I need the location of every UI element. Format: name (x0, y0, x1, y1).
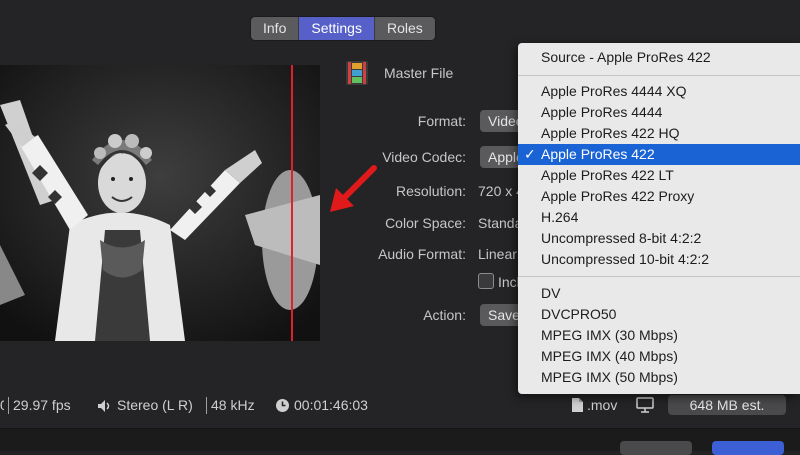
video-preview (0, 65, 320, 341)
cancel-button[interactable] (620, 441, 692, 455)
color-space-label: Color Space: (385, 215, 466, 231)
tab-info[interactable]: Info (251, 17, 300, 40)
next-button[interactable] (712, 441, 784, 455)
menu-item-h264[interactable]: H.264 (518, 207, 800, 228)
frame-size-partial: 0 (0, 397, 4, 413)
file-size-estimate: 648 MB est. (668, 395, 786, 415)
speaker-icon (98, 400, 110, 412)
menu-item-uncompressed-8bit[interactable]: Uncompressed 8-bit 4:2:2 (518, 228, 800, 249)
menu-item-dvcpro50[interactable]: DVCPRO50 (518, 304, 800, 325)
menu-item-prores-422-proxy[interactable]: Apple ProRes 422 Proxy (518, 186, 800, 207)
file-icon (572, 398, 583, 412)
tab-settings[interactable]: Settings (299, 17, 375, 40)
display-icon (636, 397, 654, 413)
menu-item-mpeg-imx-30[interactable]: MPEG IMX (30 Mbps) (518, 325, 800, 346)
action-label: Action: (423, 307, 466, 323)
menu-item-mpeg-imx-50[interactable]: MPEG IMX (50 Mbps) (518, 367, 800, 388)
audio-channels: Stereo (L R) (117, 397, 193, 413)
clock-icon (276, 399, 289, 412)
playhead-line[interactable] (291, 65, 293, 341)
menu-item-prores-422-lt[interactable]: Apple ProRes 422 LT (518, 165, 800, 186)
status-separator (8, 397, 9, 414)
checkmark-icon: ✓ (524, 146, 536, 162)
tab-roles[interactable]: Roles (374, 17, 435, 40)
menu-item-prores-4444-xq[interactable]: Apple ProRes 4444 XQ (518, 81, 800, 102)
film-strip-icon (346, 61, 368, 85)
audio-format-label: Audio Format: (378, 246, 466, 262)
menu-item-prores-4444[interactable]: Apple ProRes 4444 (518, 102, 800, 123)
include-checkbox[interactable] (478, 273, 494, 289)
audio-format-value: Linear PCM (478, 246, 518, 262)
menu-separator (518, 75, 800, 76)
duration: 00:01:46:03 (294, 397, 368, 413)
menu-item-dv[interactable]: DV (518, 283, 800, 304)
menu-item-uncompressed-10bit[interactable]: Uncompressed 10-bit 4:2:2 (518, 249, 800, 270)
master-file-label: Master File (384, 65, 454, 81)
sample-rate: 48 kHz (211, 397, 255, 413)
menu-item-prores-422-hq[interactable]: Apple ProRes 422 HQ (518, 123, 800, 144)
status-separator (206, 397, 207, 414)
menu-item-prores-422[interactable]: ✓ Apple ProRes 422 (518, 144, 800, 165)
resolution-value: 720 x 486 (478, 183, 518, 199)
red-arrow-icon (330, 165, 377, 212)
menu-item-source[interactable]: Source - Apple ProRes 422 (518, 47, 800, 68)
format-label: Format: (417, 113, 466, 129)
menu-separator (518, 276, 800, 277)
inspector-tabs: Info Settings Roles (250, 16, 436, 41)
include-label: Include (498, 274, 518, 290)
color-space-value: Standard - Rec. 601 (478, 215, 518, 231)
dancer-frame-image (0, 65, 320, 341)
menu-item-mpeg-imx-40[interactable]: MPEG IMX (40 Mbps) (518, 346, 800, 367)
file-extension: .mov (587, 397, 618, 413)
frame-rate: 29.97 fps (13, 397, 71, 413)
video-codec-menu: Source - Apple ProRes 422 Apple ProRes 4… (518, 43, 800, 394)
